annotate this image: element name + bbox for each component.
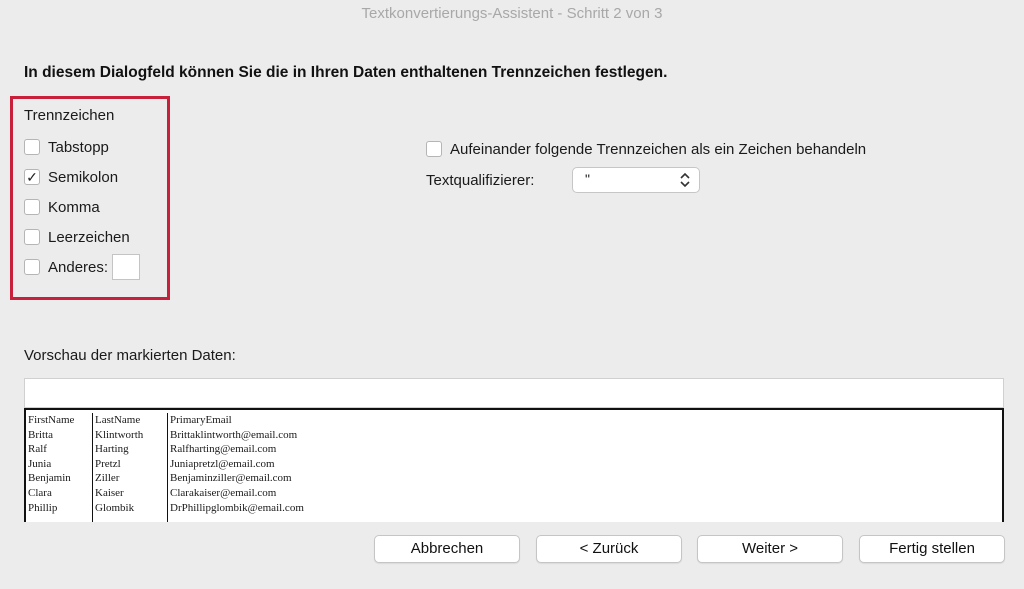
preview-cell: Junia (28, 457, 52, 470)
preview-cell: Glombik (95, 501, 135, 514)
back-button[interactable]: < Zurück (536, 535, 682, 563)
tab-checkbox[interactable] (24, 139, 40, 155)
preview-header-strip (24, 378, 1004, 408)
preview-cell: Ziller (95, 472, 120, 485)
checkbox-row-tab[interactable]: Tabstopp (24, 137, 109, 157)
semicolon-checkbox[interactable]: ✓ (24, 169, 40, 185)
checkbox-row-semicolon[interactable]: ✓ Semikolon (24, 167, 118, 187)
window-title: Textkonvertierungs-Assistent - Schritt 2… (0, 0, 1024, 28)
preview-cell: Klintworth (95, 428, 144, 441)
preview-column-3: PrimaryEmail Brittaklintworth@email.com Ra… (167, 413, 1002, 522)
preview-cell: Clara (28, 486, 52, 499)
comma-checkbox[interactable] (24, 199, 40, 215)
other-delimiter-input[interactable] (112, 254, 141, 280)
page-heading: In diesem Dialogfeld können Sie die in I… (24, 64, 668, 81)
preview-cell: PrimaryEmail (170, 414, 232, 426)
preview-cell: Harting (95, 443, 129, 456)
preview-label: Vorschau der markierten Daten: (24, 347, 236, 364)
preview-table[interactable]: FirstName Britta Ralf Junia Benjamin Clara Phi… (24, 408, 1004, 522)
cancel-button[interactable]: Abbrechen (374, 535, 520, 563)
preview-cell: Ralf (28, 443, 47, 456)
preview-cell: Pretzl (95, 457, 121, 470)
preview-cell: Benjamin (28, 472, 71, 485)
tab-label: Tabstopp (48, 138, 109, 156)
space-checkbox[interactable] (24, 229, 40, 245)
semicolon-label: Semikolon (48, 168, 119, 186)
preview-cell: Ralfharting@email.com (170, 443, 277, 456)
preview-cell: DrPhillipglombik@email.com (170, 501, 304, 514)
chevron-updown-icon (680, 172, 690, 188)
preview-cell: Clarakaiser@email.com (170, 486, 277, 499)
preview-cell: Britta (28, 428, 54, 441)
space-label: Leerzeichen (48, 228, 130, 246)
finish-button[interactable]: Fertig stellen (859, 535, 1005, 563)
consecutive-row[interactable]: Aufeinander folgende Trennzeichen als ei… (426, 139, 866, 159)
other-label: Anderes: (48, 258, 109, 276)
checkbox-row-other[interactable]: Anderes: (24, 254, 141, 280)
preview-cell: Benjaminziller@email.com (170, 472, 292, 485)
preview-column-2: LastName Klintworth Harting Pretzl Ziller Kai… (92, 413, 167, 522)
preview-cell: LastName (95, 414, 141, 426)
qualifier-value: " (585, 171, 590, 187)
preview-cell: Brittaklintworth@email.com (170, 428, 298, 441)
preview-cell: Phillip (28, 501, 58, 514)
other-checkbox[interactable] (24, 259, 40, 275)
checkbox-row-space[interactable]: Leerzeichen (24, 227, 130, 247)
preview-cell: FirstName (28, 414, 75, 426)
delimiters-group-label: Trennzeichen (24, 107, 115, 124)
next-button[interactable]: Weiter > (697, 535, 843, 563)
preview-cell: Juniapretzl@email.com (170, 457, 275, 470)
consecutive-checkbox[interactable] (426, 141, 442, 157)
checkbox-row-comma[interactable]: Komma (24, 197, 100, 217)
preview-column-1: FirstName Britta Ralf Junia Benjamin Clara Phi… (26, 413, 92, 522)
qualifier-label: Textqualifizierer: (426, 172, 535, 189)
consecutive-label: Aufeinander folgende Trennzeichen als ei… (450, 140, 867, 158)
preview-cell: Kaiser (95, 486, 124, 499)
comma-label: Komma (48, 198, 100, 216)
qualifier-select[interactable]: " (572, 167, 700, 193)
